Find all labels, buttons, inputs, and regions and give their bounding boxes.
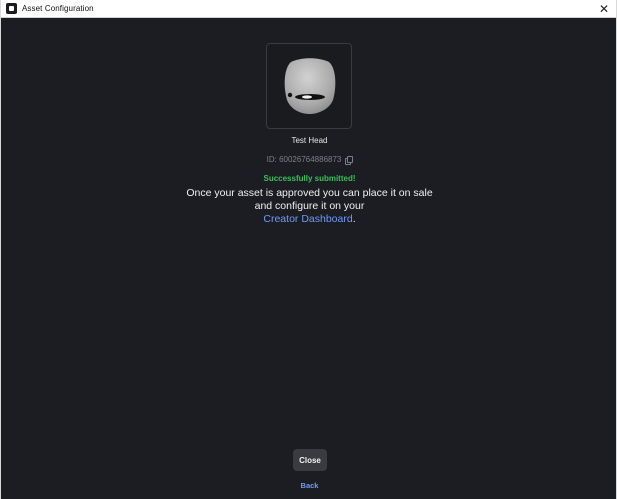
window-title: Asset Configuration [22,4,94,13]
message-line-1: Once your asset is approved you can plac… [186,187,433,199]
approval-message: Once your asset is approved you can plac… [1,187,617,226]
message-line-2: and configure it on your [254,200,365,212]
window-close-button[interactable]: ✕ [592,0,616,17]
message-period: . [352,213,356,225]
asset-id-row: ID: 60026764886873 [1,155,617,165]
head-mesh-icon [281,56,339,119]
asset-configuration-window: Asset Configuration ✕ Test Head ID: 6002… [0,0,617,499]
asset-id: ID: 60026764886873 [266,155,342,164]
copy-icon[interactable] [345,155,354,165]
app-icon [6,3,17,14]
close-button[interactable]: Close [293,449,327,471]
asset-name: Test Head [291,136,328,145]
success-message: Successfully submitted! [263,174,356,183]
creator-dashboard-link[interactable]: Creator Dashboard [263,213,352,225]
back-link[interactable]: Back [1,481,617,490]
message-line-3: Creator Dashboard. [1,213,617,226]
title-bar: Asset Configuration ✕ [1,0,616,18]
asset-thumbnail [266,43,352,129]
